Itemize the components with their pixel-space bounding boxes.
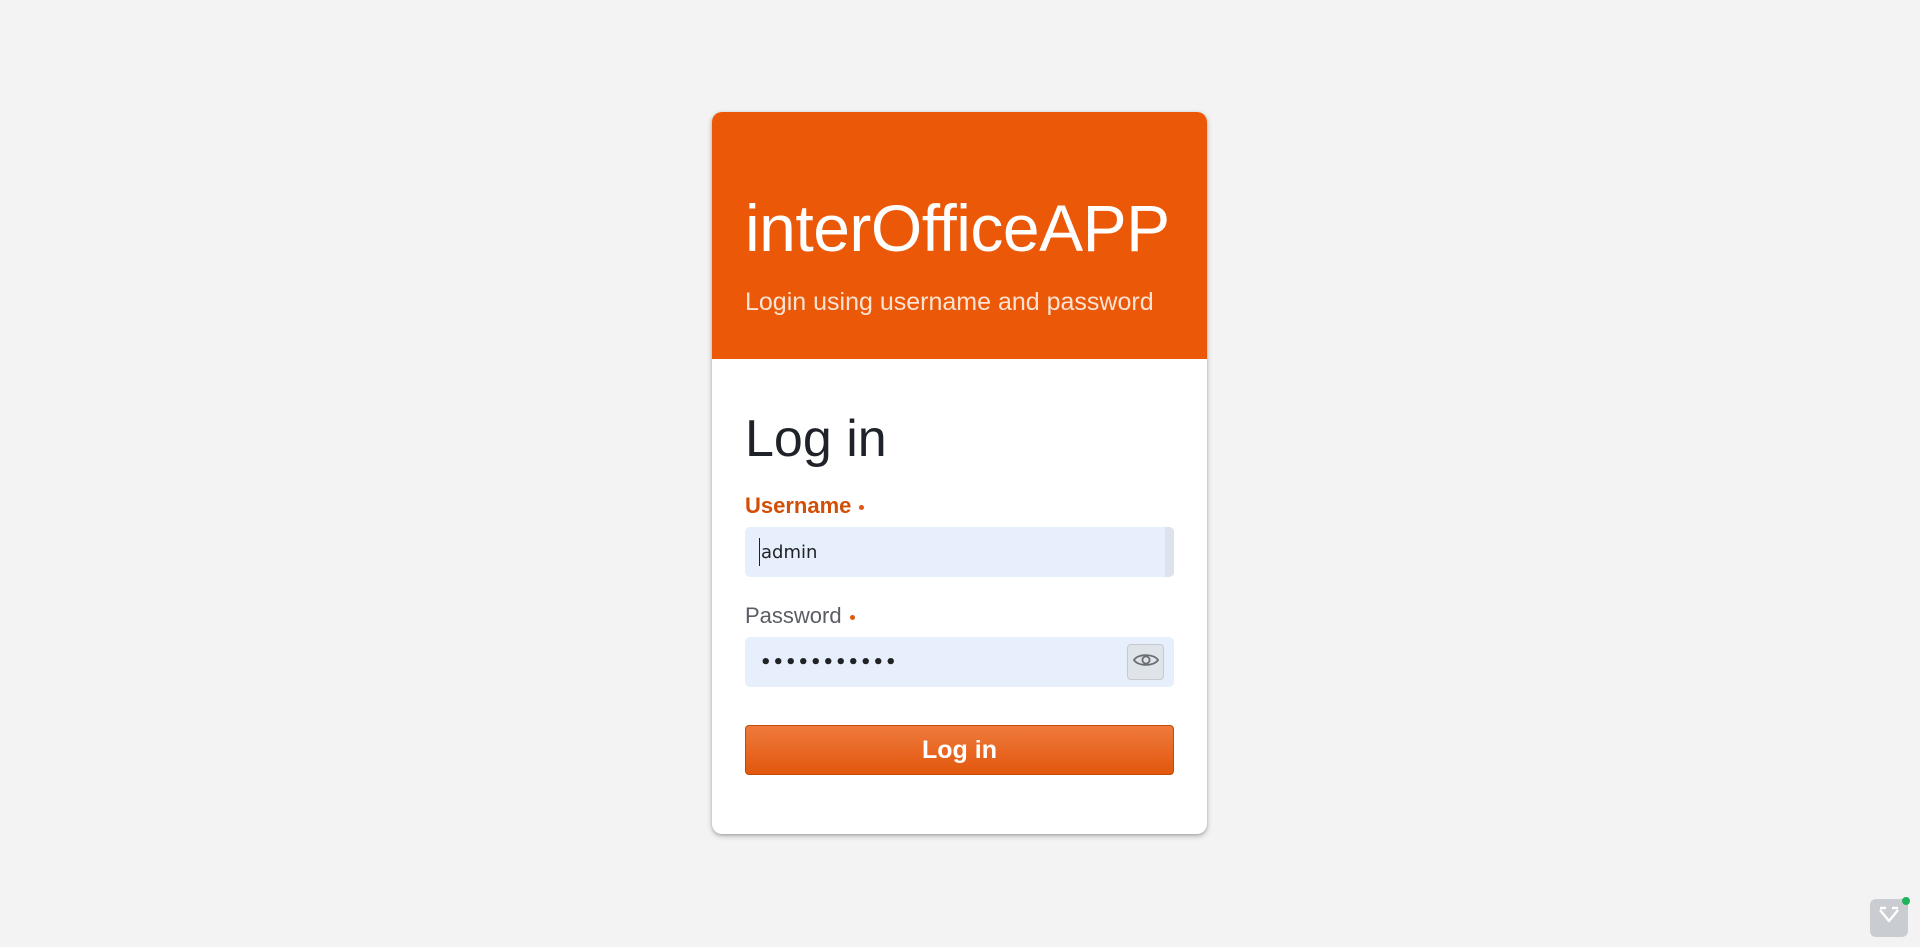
dev-tools-button[interactable] xyxy=(1870,897,1910,937)
form-title: Log in xyxy=(745,410,887,468)
login-card: interOfficeAPP Login using username and … xyxy=(712,112,1207,834)
username-label-text: Username xyxy=(745,493,852,518)
username-label: Username xyxy=(745,495,1174,517)
password-label-text: Password xyxy=(745,603,842,628)
password-input[interactable]: ••••••••••• xyxy=(745,652,898,673)
password-label: Password xyxy=(745,605,1174,627)
username-input[interactable]: admin xyxy=(745,538,817,566)
login-header: interOfficeAPP Login using username and … xyxy=(712,112,1207,359)
app-subtitle: Login using username and password xyxy=(745,288,1154,316)
vaadin-dev-tools-icon xyxy=(1878,906,1900,931)
app-title: interOfficeAPP xyxy=(745,191,1170,265)
password-field[interactable]: ••••••••••• xyxy=(745,637,1174,687)
reveal-password-button[interactable] xyxy=(1127,644,1164,680)
status-dot xyxy=(1902,897,1910,905)
login-button[interactable]: Log in xyxy=(745,725,1174,775)
required-indicator xyxy=(849,614,855,620)
login-form: Log in Username admin Password •••••••••… xyxy=(712,359,1207,775)
text-caret xyxy=(759,538,760,566)
username-field[interactable]: admin xyxy=(745,527,1174,577)
required-indicator xyxy=(859,504,865,510)
eye-icon xyxy=(1132,652,1159,673)
username-value: admin xyxy=(761,541,818,563)
